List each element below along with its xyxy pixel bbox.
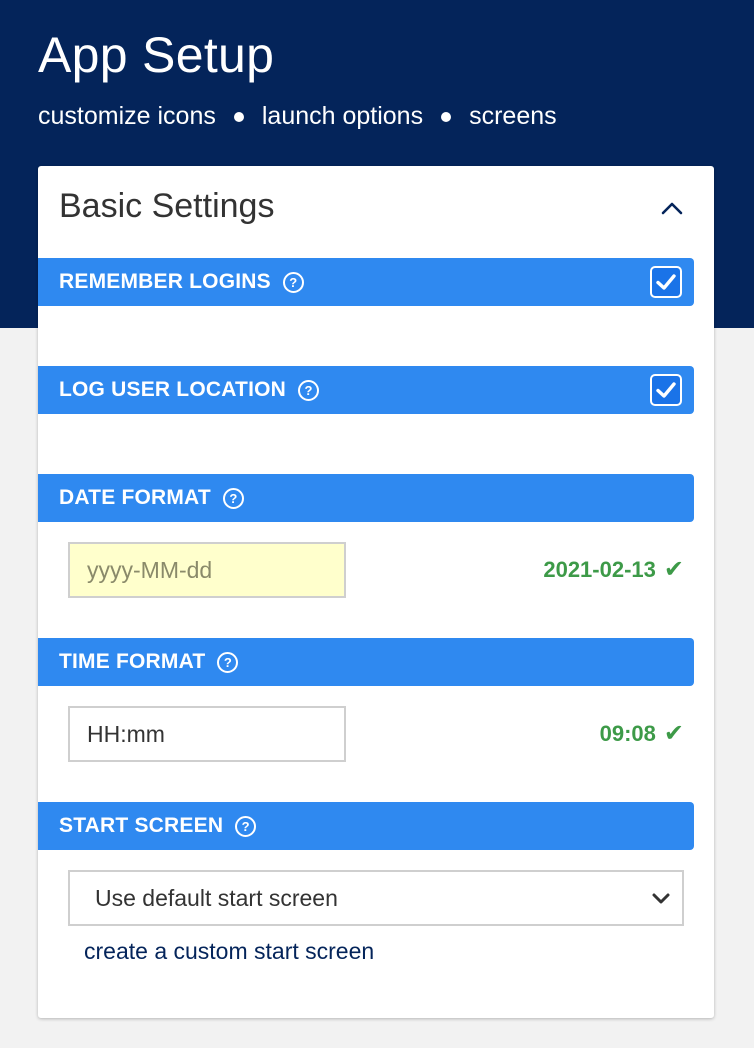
start-screen-select[interactable]: Use default start screen bbox=[68, 870, 684, 926]
help-icon[interactable]: ? bbox=[298, 379, 320, 401]
nav-link-customize-icons[interactable]: customize icons bbox=[38, 102, 216, 131]
section-label: START SCREEN bbox=[59, 814, 224, 837]
section-start-screen: START SCREEN ? bbox=[38, 802, 694, 850]
basic-settings-card: Basic Settings REMEMBER LOGINS ? LOG USE… bbox=[38, 166, 714, 1018]
nav-separator-dot bbox=[233, 111, 244, 122]
section-remember-logins: REMEMBER LOGINS ? bbox=[38, 258, 694, 306]
nav-link-launch-options[interactable]: launch options bbox=[262, 102, 423, 131]
remember-logins-checkbox[interactable] bbox=[650, 266, 682, 298]
nav-link-screens[interactable]: screens bbox=[469, 102, 557, 131]
nav-separator-dot bbox=[441, 111, 452, 122]
date-format-input[interactable] bbox=[68, 542, 346, 598]
chevron-up-icon[interactable] bbox=[656, 192, 688, 224]
time-preview-value: 09:08 bbox=[599, 720, 656, 746]
header-nav: customize icons launch options screens bbox=[38, 102, 557, 131]
check-icon: ✔ bbox=[663, 720, 684, 747]
chevron-down-icon bbox=[652, 893, 670, 904]
help-icon[interactable]: ? bbox=[217, 651, 239, 673]
card-title: Basic Settings bbox=[59, 187, 275, 225]
log-user-location-checkbox[interactable] bbox=[650, 374, 682, 406]
help-icon[interactable]: ? bbox=[235, 815, 257, 837]
start-screen-selected: Use default start screen bbox=[95, 884, 338, 911]
section-label: DATE FORMAT bbox=[59, 486, 211, 509]
time-preview: 09:08 ✔ bbox=[600, 719, 684, 748]
help-icon[interactable]: ? bbox=[222, 487, 244, 509]
help-icon[interactable]: ? bbox=[282, 271, 304, 293]
create-custom-start-screen-link[interactable]: create a custom start screen bbox=[84, 938, 374, 965]
page-title: App Setup bbox=[38, 27, 275, 83]
checkmark-icon bbox=[656, 382, 676, 398]
section-label: TIME FORMAT bbox=[59, 650, 206, 673]
section-label: LOG USER LOCATION bbox=[59, 378, 287, 401]
section-log-user-location: LOG USER LOCATION ? bbox=[38, 366, 694, 414]
time-format-input[interactable] bbox=[68, 706, 346, 762]
checkmark-icon bbox=[656, 274, 676, 290]
section-date-format: DATE FORMAT ? bbox=[38, 474, 694, 522]
section-label: REMEMBER LOGINS bbox=[59, 270, 271, 293]
section-time-format: TIME FORMAT ? bbox=[38, 638, 694, 686]
check-icon: ✔ bbox=[663, 556, 684, 583]
date-preview-value: 2021-02-13 bbox=[543, 556, 656, 582]
date-preview: 2021-02-13 ✔ bbox=[543, 555, 684, 584]
